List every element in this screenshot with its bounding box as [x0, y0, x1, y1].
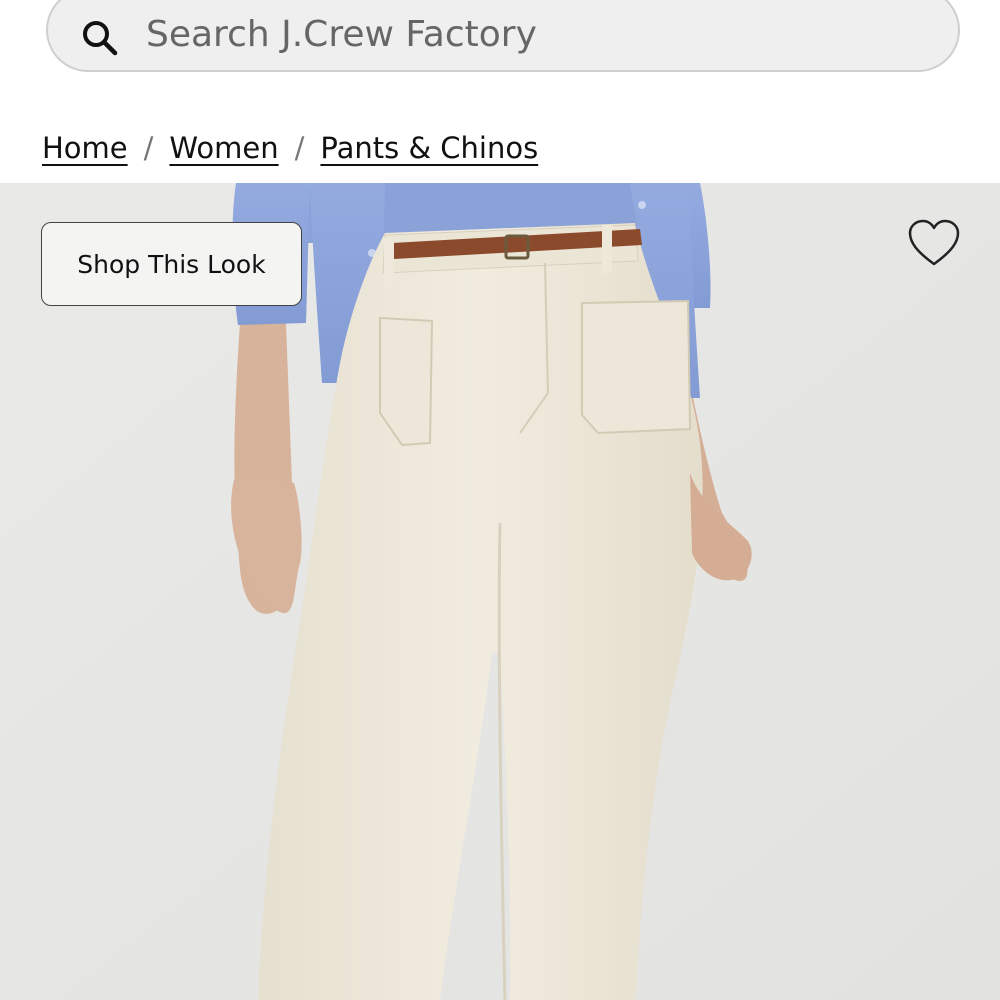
- heart-outline-icon[interactable]: [906, 218, 962, 270]
- breadcrumb-home[interactable]: Home: [42, 131, 128, 165]
- shop-this-look-label: Shop This Look: [77, 249, 266, 279]
- breadcrumb: Home / Women / Pants & Chinos: [42, 126, 538, 170]
- breadcrumb-separator: /: [294, 131, 305, 165]
- search-input[interactable]: [146, 4, 926, 64]
- breadcrumb-pants-chinos[interactable]: Pants & Chinos: [320, 131, 538, 165]
- search-bar[interactable]: [46, 0, 960, 72]
- shop-this-look-button[interactable]: Shop This Look: [41, 222, 302, 306]
- search-icon: [83, 21, 118, 56]
- breadcrumb-separator: /: [143, 131, 154, 165]
- breadcrumb-women[interactable]: Women: [169, 131, 278, 165]
